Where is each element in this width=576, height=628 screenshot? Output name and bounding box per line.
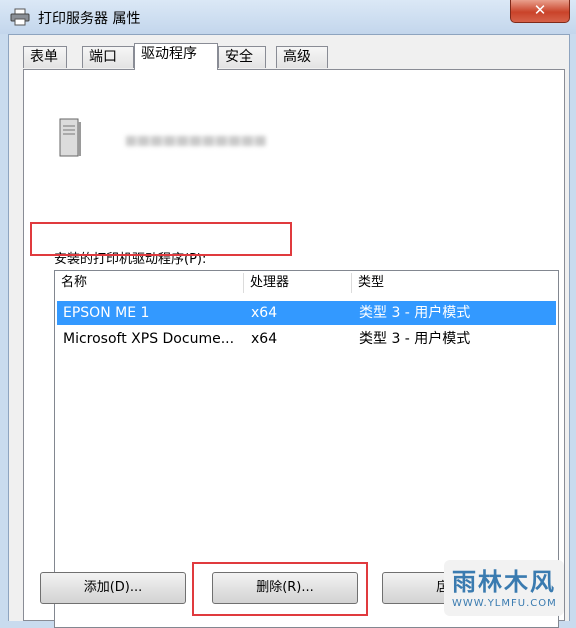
tab-security[interactable]: 安全 <box>218 46 266 68</box>
list-header: 名称 处理器 类型 <box>55 271 558 295</box>
driver-type: 类型 3 - 用户模式 <box>359 331 471 347</box>
drivers-panel: 安装的打印机驱动程序(P): 名称 处理器 类型 EPSON ME 1 x64 … <box>23 69 565 628</box>
drivers-list-label: 安装的打印机驱动程序(P): <box>54 252 207 267</box>
close-button[interactable]: ✕ <box>510 0 570 23</box>
printer-icon <box>10 8 30 26</box>
tab-forms[interactable]: 表单 <box>23 46 67 68</box>
table-row[interactable]: EPSON ME 1 x64 类型 3 - 用户模式 <box>57 301 556 325</box>
watermark-text: 雨林木风 <box>452 568 556 596</box>
table-row[interactable]: Microsoft XPS Docume... x64 类型 3 - 用户模式 <box>57 327 556 351</box>
watermark-url: WWW.YLMFU.COM <box>452 598 557 609</box>
server-name-redacted <box>126 136 266 146</box>
column-header-processor[interactable]: 处理器 <box>244 271 351 295</box>
tab-drivers[interactable]: 驱动程序 <box>134 43 218 70</box>
driver-processor: x64 <box>251 305 278 321</box>
watermark-logo: 雨林木风 WWW.YLMFU.COM <box>444 560 564 616</box>
driver-type: 类型 3 - 用户模式 <box>359 305 471 321</box>
add-driver-button[interactable]: 添加(D)... <box>40 572 186 604</box>
print-server-icon <box>59 118 81 157</box>
tab-advanced[interactable]: 高级 <box>276 46 328 68</box>
driver-name: Microsoft XPS Docume... <box>63 331 235 347</box>
tab-ports[interactable]: 端口 <box>82 46 134 68</box>
column-header-type[interactable]: 类型 <box>352 271 552 295</box>
dialog-client: 表单 端口 驱动程序 安全 高级 安装的打印机驱动程序(P): 名称 处理器 类… <box>8 34 570 628</box>
remove-driver-button[interactable]: 删除(R)... <box>212 572 358 604</box>
driver-name: EPSON ME 1 <box>63 305 150 321</box>
title-bar: 打印服务器 属性 ✕ <box>0 0 576 34</box>
driver-processor: x64 <box>251 331 278 347</box>
column-header-name[interactable]: 名称 <box>55 271 243 295</box>
window-title: 打印服务器 属性 <box>38 11 141 27</box>
